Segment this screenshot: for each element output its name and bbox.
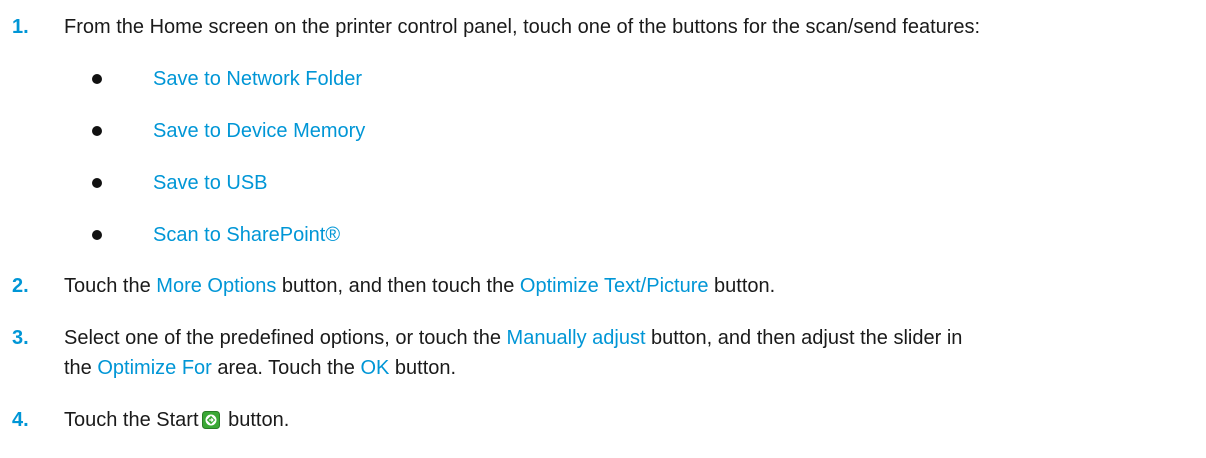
link-more-options[interactable]: More Options (156, 275, 276, 297)
start-button-icon (201, 408, 220, 429)
text-run: Touch the Start (64, 409, 199, 431)
link-scan-to-sharepoint[interactable]: Scan to SharePoint® (153, 220, 340, 250)
link-save-to-device-memory[interactable]: Save to Device Memory (153, 116, 365, 146)
text-run: Touch the (64, 275, 157, 297)
link-save-to-usb[interactable]: Save to USB (153, 168, 268, 198)
step-text: Touch the More Options button, and then … (64, 271, 1200, 301)
text-run: button, and then touch the (276, 275, 520, 297)
instructions-document: 1. From the Home screen on the printer c… (0, 0, 1206, 458)
text-run: area. Touch the (211, 357, 361, 379)
link-optimize-text-picture[interactable]: Optimize Text/Picture (520, 275, 709, 297)
text-run: button. (222, 409, 290, 431)
bullet-icon (92, 178, 102, 188)
bullet-icon (92, 74, 102, 84)
bullet-icon (92, 230, 102, 240)
text-run: button, and then adjust the slider in (645, 327, 963, 349)
text-run: the (64, 357, 98, 379)
bullet-icon (92, 126, 102, 136)
step-number: 3. (12, 327, 29, 349)
step-text: Touch the Start button. (64, 405, 1200, 435)
text-run: Select one of the predefined options, or… (64, 327, 507, 349)
link-manually-adjust[interactable]: Manually adjust (507, 327, 646, 349)
link-ok[interactable]: OK (360, 357, 389, 379)
link-optimize-for[interactable]: Optimize For (97, 357, 211, 379)
step-number: 4. (12, 409, 29, 431)
text-run: button. (708, 275, 776, 297)
step-text: From the Home screen on the printer cont… (64, 16, 981, 38)
link-save-to-network-folder[interactable]: Save to Network Folder (153, 64, 362, 94)
step-number: 1. (12, 16, 29, 38)
step-text: the Optimize For area. Touch the OK butt… (64, 353, 1200, 383)
step-number: 2. (12, 275, 29, 297)
text-run: button. (389, 357, 457, 379)
step-text: Select one of the predefined options, or… (64, 323, 1200, 353)
